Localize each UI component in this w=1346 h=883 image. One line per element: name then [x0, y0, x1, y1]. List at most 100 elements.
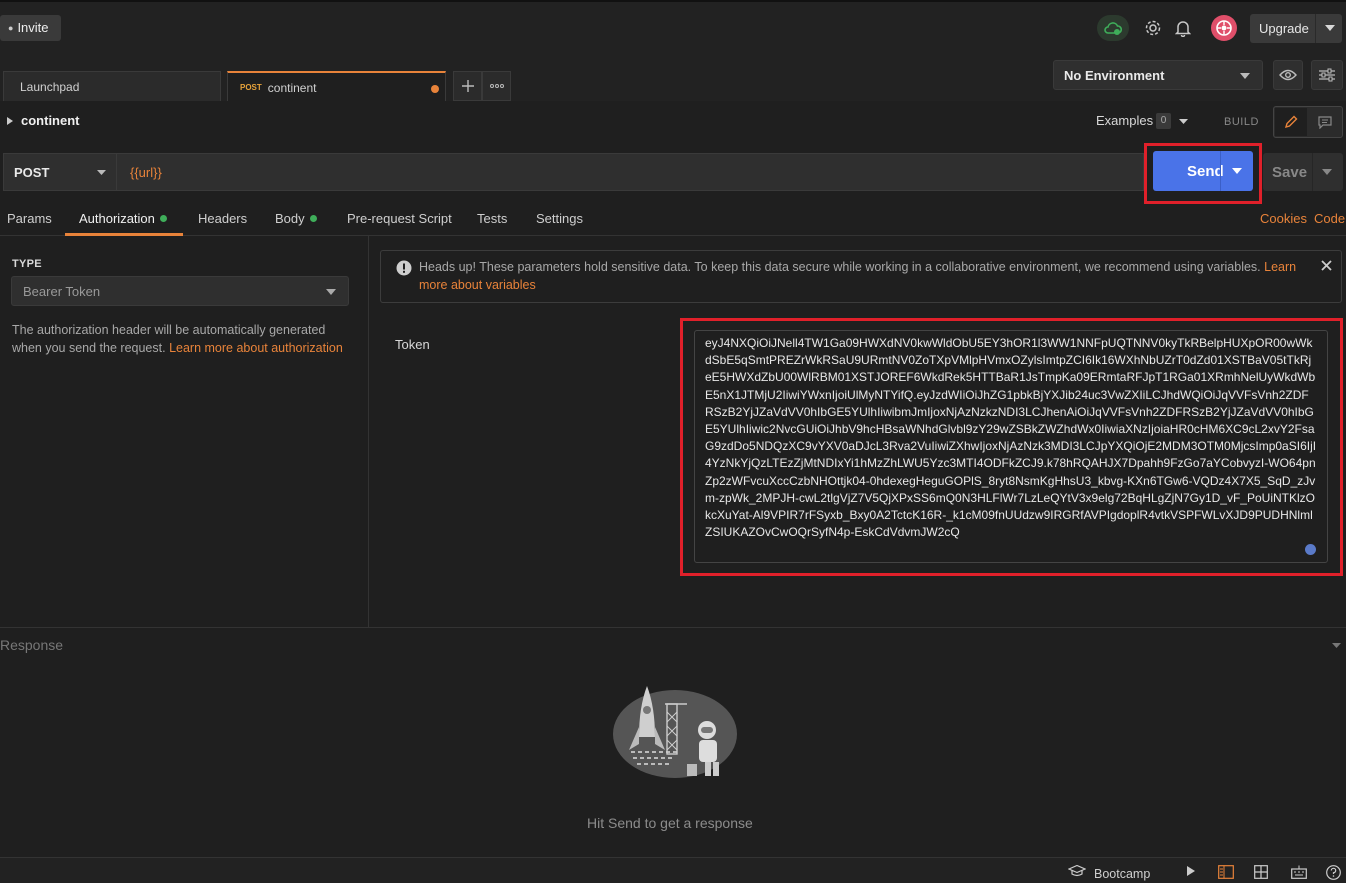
chevron-down-icon[interactable]: [1322, 169, 1332, 175]
close-icon[interactable]: [1321, 260, 1332, 271]
learn-more-authorization-link[interactable]: Learn more about authorization: [169, 341, 343, 355]
new-tab-button[interactable]: [453, 71, 482, 101]
type-label: TYPE: [12, 258, 42, 270]
sync-status-button[interactable]: [1097, 15, 1129, 41]
url-value: {{url}}: [130, 164, 162, 180]
code-link[interactable]: Code: [1314, 211, 1345, 226]
tab-params[interactable]: Params: [7, 211, 52, 226]
tab-launchpad[interactable]: Launchpad: [3, 71, 221, 102]
chevron-down-icon[interactable]: [1179, 119, 1188, 124]
url-bar: POST {{url}} Send Save: [0, 143, 1346, 204]
chevron-down-icon[interactable]: [1332, 643, 1341, 648]
rocket-astronaut-illustration: [613, 686, 737, 778]
upgrade-label: Upgrade: [1259, 21, 1309, 36]
tab-label: Body: [275, 211, 305, 226]
chevron-down-icon[interactable]: [1325, 25, 1335, 31]
alert-text: Heads up! These parameters hold sensitiv…: [419, 260, 1265, 274]
comments-button[interactable]: [1309, 108, 1341, 136]
request-tabs: Params Authorization Headers Body Pre-re…: [0, 200, 1346, 236]
divider: [1315, 14, 1316, 43]
response-label: Response: [0, 637, 64, 653]
examples-dropdown[interactable]: Examples: [1096, 113, 1153, 128]
tab-tests[interactable]: Tests: [477, 211, 507, 226]
method-value: POST: [14, 164, 50, 180]
upgrade-button[interactable]: Upgrade: [1250, 14, 1342, 43]
info-icon: [396, 260, 412, 276]
tab-body[interactable]: Body: [275, 211, 317, 226]
auth-description: The authorization header will be automat…: [12, 321, 347, 357]
tab-authorization[interactable]: Authorization: [79, 211, 167, 226]
pencil-icon: [1284, 115, 1298, 129]
notifications-button[interactable]: [1171, 16, 1195, 40]
tab-method-badge: POST: [240, 83, 262, 92]
avatar-icon: [1216, 20, 1232, 36]
cloud-sync-icon: [1104, 22, 1122, 35]
url-input[interactable]: {{url}}: [116, 153, 1144, 191]
comment-icon: [1318, 115, 1332, 129]
environment-select[interactable]: No Environment: [1053, 60, 1263, 90]
chevron-down-icon[interactable]: [1232, 168, 1242, 174]
response-empty-hint: Hit Send to get a response: [587, 815, 753, 831]
unsaved-indicator: [431, 85, 439, 93]
token-label: Token: [395, 337, 430, 352]
divider: [1220, 151, 1221, 191]
save-label: Save: [1272, 163, 1308, 181]
tab-continent[interactable]: POST continent: [227, 71, 446, 102]
plus-icon: [461, 80, 474, 92]
status-bar: Bootcamp: [0, 857, 1346, 883]
settings-button[interactable]: [1141, 16, 1165, 40]
build-mode-label: BUILD: [1224, 116, 1259, 128]
variable-autocomplete-indicator: [1305, 544, 1316, 555]
request-header: continent Examples 0 BUILD: [0, 101, 1346, 143]
tab-label: Authorization: [79, 211, 155, 226]
chevron-down-icon: [326, 289, 336, 295]
chevron-down-icon: [1240, 73, 1250, 79]
invite-label: Invite: [17, 20, 49, 35]
environment-quick-look-button[interactable]: [1273, 60, 1303, 90]
gear-icon: [1145, 20, 1161, 36]
browse-grid-icon[interactable]: [1254, 865, 1268, 879]
keyboard-shortcuts-icon[interactable]: [1291, 865, 1307, 879]
manage-environments-button[interactable]: [1311, 60, 1343, 90]
request-name[interactable]: continent: [21, 113, 80, 128]
alert-message: Heads up! These parameters hold sensitiv…: [419, 258, 1319, 294]
response-section: Response: [0, 627, 1346, 659]
two-pane-view-icon[interactable]: [1218, 865, 1234, 879]
top-bar: ● Invite Upgrade: [0, 0, 1346, 51]
tab-pre-request-script[interactable]: Pre-request Script: [347, 211, 452, 226]
auth-type-panel: TYPE Bearer Token The authorization head…: [0, 236, 369, 627]
tab-headers[interactable]: Headers: [198, 211, 247, 226]
tab-label: continent: [267, 80, 317, 95]
tab-label: Launchpad: [20, 80, 80, 94]
cookies-link[interactable]: Cookies: [1260, 211, 1307, 226]
bootcamp-button[interactable]: Bootcamp: [1094, 867, 1150, 881]
tab-options-button[interactable]: [482, 71, 511, 101]
user-avatar[interactable]: [1211, 15, 1237, 41]
runner-play-icon[interactable]: [1186, 865, 1196, 877]
expand-arrow-icon[interactable]: [7, 117, 13, 125]
examples-count-badge: 0: [1156, 113, 1171, 129]
help-icon[interactable]: [1326, 865, 1341, 880]
tab-settings[interactable]: Settings: [536, 211, 583, 226]
sensitive-data-alert: Heads up! These parameters hold sensitiv…: [380, 250, 1342, 303]
more-horizontal-icon: [489, 84, 504, 88]
send-button[interactable]: Send: [1153, 151, 1253, 191]
person-add-icon: ●: [8, 23, 14, 33]
sliders-icon: [1319, 68, 1335, 82]
environment-value: No Environment: [1064, 67, 1165, 83]
send-label: Send: [1187, 162, 1224, 180]
http-method-select[interactable]: POST: [3, 153, 116, 191]
divider: [1312, 153, 1313, 191]
auth-type-select[interactable]: Bearer Token: [11, 276, 349, 306]
eye-icon: [1279, 69, 1297, 81]
edit-mode-button[interactable]: [1275, 108, 1307, 136]
chevron-down-icon: [97, 170, 106, 175]
graduation-cap-icon: [1068, 865, 1086, 877]
active-indicator: [309, 215, 317, 222]
token-input[interactable]: eyJ4NXQiOiJNell4TW1Ga09HWXdNV0kwWldObU5E…: [694, 330, 1328, 563]
auth-type-value: Bearer Token: [23, 283, 101, 299]
active-indicator: [159, 215, 167, 222]
tabs-row: Launchpad POST continent No Environment: [0, 51, 1346, 102]
invite-button[interactable]: ● Invite: [0, 15, 61, 41]
save-button[interactable]: Save: [1263, 153, 1343, 191]
